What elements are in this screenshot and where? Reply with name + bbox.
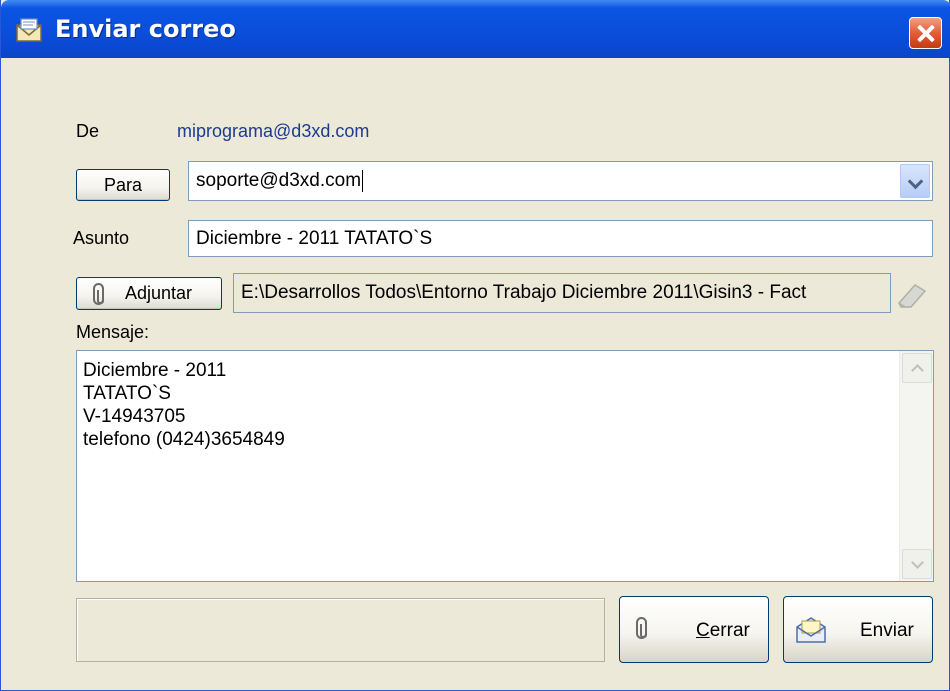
scroll-up-icon[interactable] xyxy=(902,353,932,383)
from-value: miprograma@d3xd.com xyxy=(177,121,370,141)
window-title: Enviar correo xyxy=(55,15,236,43)
message-line: Diciembre - 2011 xyxy=(83,360,227,381)
close-button-label: Cerrar xyxy=(696,620,750,641)
title-bar[interactable]: Enviar correo xyxy=(1,0,950,58)
status-panel xyxy=(76,598,605,662)
to-value: soporte@d3xd.com xyxy=(196,170,362,191)
paperclip-icon xyxy=(93,283,104,305)
message-body: Diciembre - 2011 TATATO`S V-14943705 tel… xyxy=(83,359,285,451)
close-button[interactable]: Cerrar xyxy=(619,596,769,663)
attach-button-label: Adjuntar xyxy=(125,283,193,303)
text-caret xyxy=(362,170,364,192)
to-combobox[interactable]: soporte@d3xd.com xyxy=(188,161,933,201)
send-mail-window: Enviar correo De miprograma@d3xd.com Par… xyxy=(0,0,950,691)
send-button-label: Enviar xyxy=(860,620,914,641)
close-icon[interactable] xyxy=(909,17,942,49)
attachment-path-field[interactable]: E:\Desarrollos Todos\Entorno Trabajo Dic… xyxy=(233,273,891,313)
send-button[interactable]: Enviar xyxy=(783,596,933,663)
vertical-scrollbar[interactable] xyxy=(899,351,933,581)
chevron-down-icon[interactable] xyxy=(900,164,930,198)
eraser-icon[interactable] xyxy=(891,277,931,311)
mail-icon xyxy=(16,18,42,42)
message-line: V-14943705 xyxy=(83,406,186,427)
message-label: Mensaje: xyxy=(76,322,150,342)
attach-button[interactable]: Adjuntar xyxy=(76,277,222,310)
envelope-icon xyxy=(796,617,826,643)
message-line: telefono (0424)3654849 xyxy=(83,429,285,450)
from-label: De xyxy=(76,121,100,141)
to-button[interactable]: Para xyxy=(76,169,170,201)
message-textarea[interactable]: Diciembre - 2011 TATATO`S V-14943705 tel… xyxy=(76,350,934,582)
subject-value: Diciembre - 2011 TATATO`S xyxy=(196,227,433,249)
paperclip-icon xyxy=(636,617,647,639)
subject-input[interactable]: Diciembre - 2011 TATATO`S xyxy=(188,220,933,257)
subject-label: Asunto xyxy=(73,228,130,248)
message-line: TATATO`S xyxy=(83,383,171,404)
scroll-down-icon[interactable] xyxy=(902,549,932,579)
to-button-label: Para xyxy=(103,174,143,195)
dialog-body: De miprograma@d3xd.com Para soporte@d3xd… xyxy=(5,58,945,686)
attachment-path: E:\Desarrollos Todos\Entorno Trabajo Dic… xyxy=(241,282,807,303)
